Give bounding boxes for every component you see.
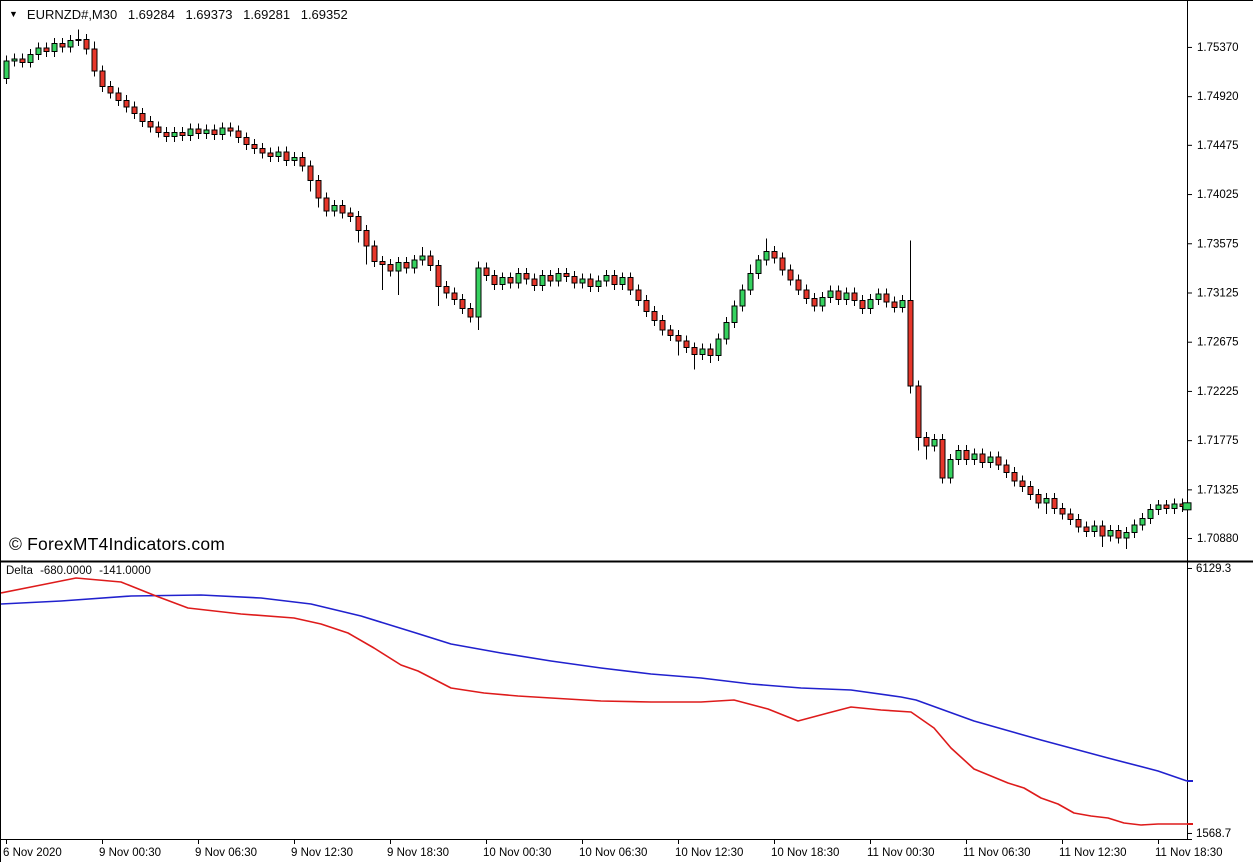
price-axis[interactable]: 1.75370 1.74920 1.74475 1.74025 1.73575 1.731… [1183,42,1239,545]
quote-close: 1.69352 [301,7,348,22]
time-tick-label: 11 Nov 06:30 [963,847,1031,859]
chart-title-bar: ▼ EURNZD#,M30 1.69284 1.69373 1.69281 1.6… [9,7,355,22]
quote-high: 1.69373 [185,7,232,22]
time-tick-label: 9 Nov 12:30 [291,847,353,859]
price-tick-label: 1.75370 [1197,42,1239,54]
indicator-axis[interactable]: 6129.3 1568.7 [1187,563,1231,840]
indicator-name: Delta [6,565,33,577]
time-tick-label: 10 Nov 00:30 [483,847,551,859]
time-tick-label: 11 Nov 12:30 [1059,847,1127,859]
price-tick-label: 1.71775 [1197,435,1239,447]
time-tick-label: 11 Nov 18:30 [1155,847,1223,859]
price-tick-label: 1.74475 [1197,140,1239,152]
price-tick-label: 1.72225 [1197,386,1239,398]
indicator-value-2: -141.0000 [99,565,151,577]
candlestick-series [4,29,1185,549]
mt4-chart-window: 1.75370 1.74920 1.74475 1.74025 1.73575 1.731… [0,0,1253,862]
price-tick-label: 1.70880 [1197,533,1239,545]
quote-open: 1.69284 [128,7,175,22]
price-tick-label: 1.73575 [1197,238,1239,250]
indicator-tick-label: 6129.3 [1196,563,1231,575]
symbol-dropdown-triangle-icon[interactable]: ▼ [9,9,18,19]
time-tick-label: 11 Nov 00:30 [867,847,935,859]
time-tick-label: 10 Nov 18:30 [771,847,839,859]
time-axis[interactable]: 6 Nov 2020 9 Nov 00:30 9 Nov 06:30 9 Nov 12… [3,839,1223,859]
indicator-tick-label: 1568.7 [1196,828,1231,840]
watermark-text: © ForexMT4Indicators.com [9,534,225,555]
delta-fast-red [1,578,1187,825]
price-tick-label: 1.74920 [1197,91,1239,103]
indicator-value-1: -680.0000 [40,565,92,577]
chart-frame-lines [1,1,1253,840]
time-tick-label: 10 Nov 12:30 [675,847,743,859]
price-tick-label: 1.71325 [1197,484,1239,496]
time-tick-label: 9 Nov 18:30 [387,847,449,859]
price-tick-label: 1.73125 [1197,287,1239,299]
time-tick-label: 6 Nov 2020 [3,847,62,859]
time-tick-label: 9 Nov 00:30 [99,847,161,859]
price-tick-label: 1.74025 [1197,189,1239,201]
price-tick-label: 1.72675 [1197,337,1239,349]
delta-slow-blue [1,595,1187,781]
time-tick-label: 9 Nov 06:30 [195,847,257,859]
chart-canvas[interactable]: 1.75370 1.74920 1.74475 1.74025 1.73575 1.731… [1,1,1253,862]
indicator-line-series [1,578,1193,825]
symbol-period-label: EURNZD#,M30 [27,7,117,22]
indicator-name-label: Delta -680.0000 -141.0000 [6,565,155,577]
quote-low: 1.69281 [243,7,290,22]
time-tick-label: 10 Nov 06:30 [579,847,647,859]
